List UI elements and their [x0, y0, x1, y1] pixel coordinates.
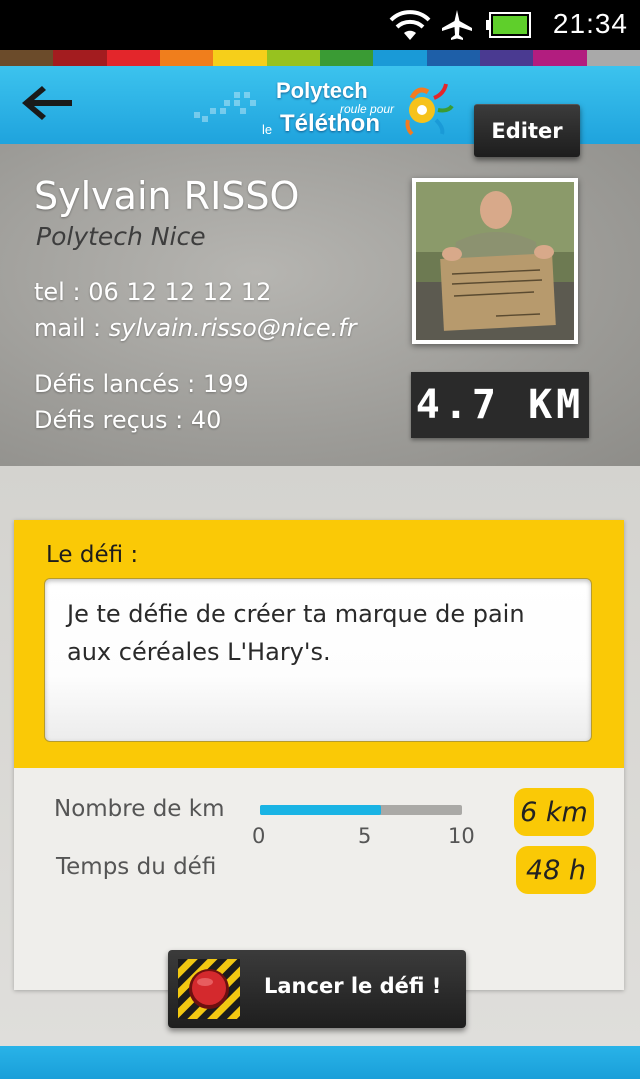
- challenge-card-header: Le défi : Je te défie de créer ta marque…: [14, 520, 624, 768]
- logo-telethon-text: Téléthon: [280, 110, 380, 137]
- color-strip-segment: [533, 50, 587, 66]
- km-slider[interactable]: [260, 805, 462, 815]
- color-strip-segment: [319, 50, 374, 66]
- slider-tick-max: 10: [448, 824, 475, 848]
- slider-tick-mid: 5: [358, 824, 372, 848]
- clock: 21:34: [552, 8, 628, 39]
- airplane-icon: [442, 10, 472, 40]
- defis-recus-value: 40: [190, 406, 222, 434]
- logo-polytech-text: Polytech: [276, 78, 368, 103]
- color-strip-segment: [159, 50, 214, 66]
- color-strip-segment: [53, 50, 107, 66]
- km-value-badge: 6 km: [514, 788, 594, 836]
- defis-lances-row: Défis lancés : 199: [34, 370, 249, 398]
- challenge-text-field[interactable]: Je te défie de créer ta marque de pain a…: [44, 578, 592, 742]
- color-strip-segment: [266, 50, 320, 66]
- defis-recus-label: Défis reçus :: [34, 406, 184, 434]
- profile-panel: Sylvain RISSO Polytech Nice tel : 06 12 …: [0, 144, 640, 466]
- telethon-mark-icon: [405, 83, 454, 136]
- email-row: mail : sylvain.risso@nice.fr: [34, 314, 357, 342]
- color-strip-segment: [479, 50, 534, 66]
- color-strip-segment: [106, 50, 160, 66]
- km-slider-fill: [260, 805, 382, 815]
- challenge-label: Le défi :: [46, 542, 139, 568]
- km-label: Nombre de km: [54, 796, 225, 822]
- time-label: Temps du défi: [56, 854, 217, 880]
- profile-school: Polytech Nice: [36, 222, 206, 251]
- color-strip-segment: [213, 50, 267, 66]
- back-arrow-icon[interactable]: [18, 80, 78, 126]
- defis-lances-label: Défis lancés :: [34, 370, 196, 398]
- color-strip: [0, 50, 640, 66]
- email-value[interactable]: sylvain.risso@nice.fr: [109, 314, 357, 342]
- status-bar: 21:34: [0, 0, 640, 50]
- bottom-bar: [0, 1046, 640, 1079]
- slider-tick-min: 0: [252, 824, 266, 848]
- color-strip-segment: [373, 50, 427, 66]
- wifi-icon: [389, 10, 431, 40]
- pixel-decoration-icon: [194, 92, 256, 122]
- red-button-icon: [178, 959, 240, 1019]
- profile-name: Sylvain RISSO: [34, 174, 300, 218]
- launch-challenge-label: Lancer le défi !: [264, 974, 442, 998]
- phone-value[interactable]: 06 12 12 12 12: [88, 278, 271, 306]
- profile-photo: [412, 178, 578, 344]
- color-strip-segment: [0, 50, 54, 66]
- edit-button[interactable]: Editer: [474, 104, 580, 157]
- email-label: mail :: [34, 314, 102, 342]
- launch-challenge-button[interactable]: Lancer le défi !: [168, 950, 466, 1028]
- color-strip-segment: [426, 50, 480, 66]
- distance-display: 4.7 KM: [411, 372, 589, 438]
- challenge-card: Le défi : Je te défie de créer ta marque…: [14, 520, 624, 990]
- time-value-badge[interactable]: 48 h: [516, 846, 596, 894]
- phone-row: tel : 06 12 12 12 12: [34, 278, 271, 306]
- logo-le-text: le: [262, 122, 273, 137]
- defis-recus-row: Défis reçus : 40: [34, 406, 221, 434]
- color-strip-segment: [586, 50, 640, 66]
- defis-lances-value: 199: [202, 370, 249, 398]
- battery-icon: [486, 12, 531, 38]
- polytech-telethon-logo: Polytech roule pour le Téléthon: [258, 72, 468, 140]
- phone-label: tel :: [34, 278, 81, 306]
